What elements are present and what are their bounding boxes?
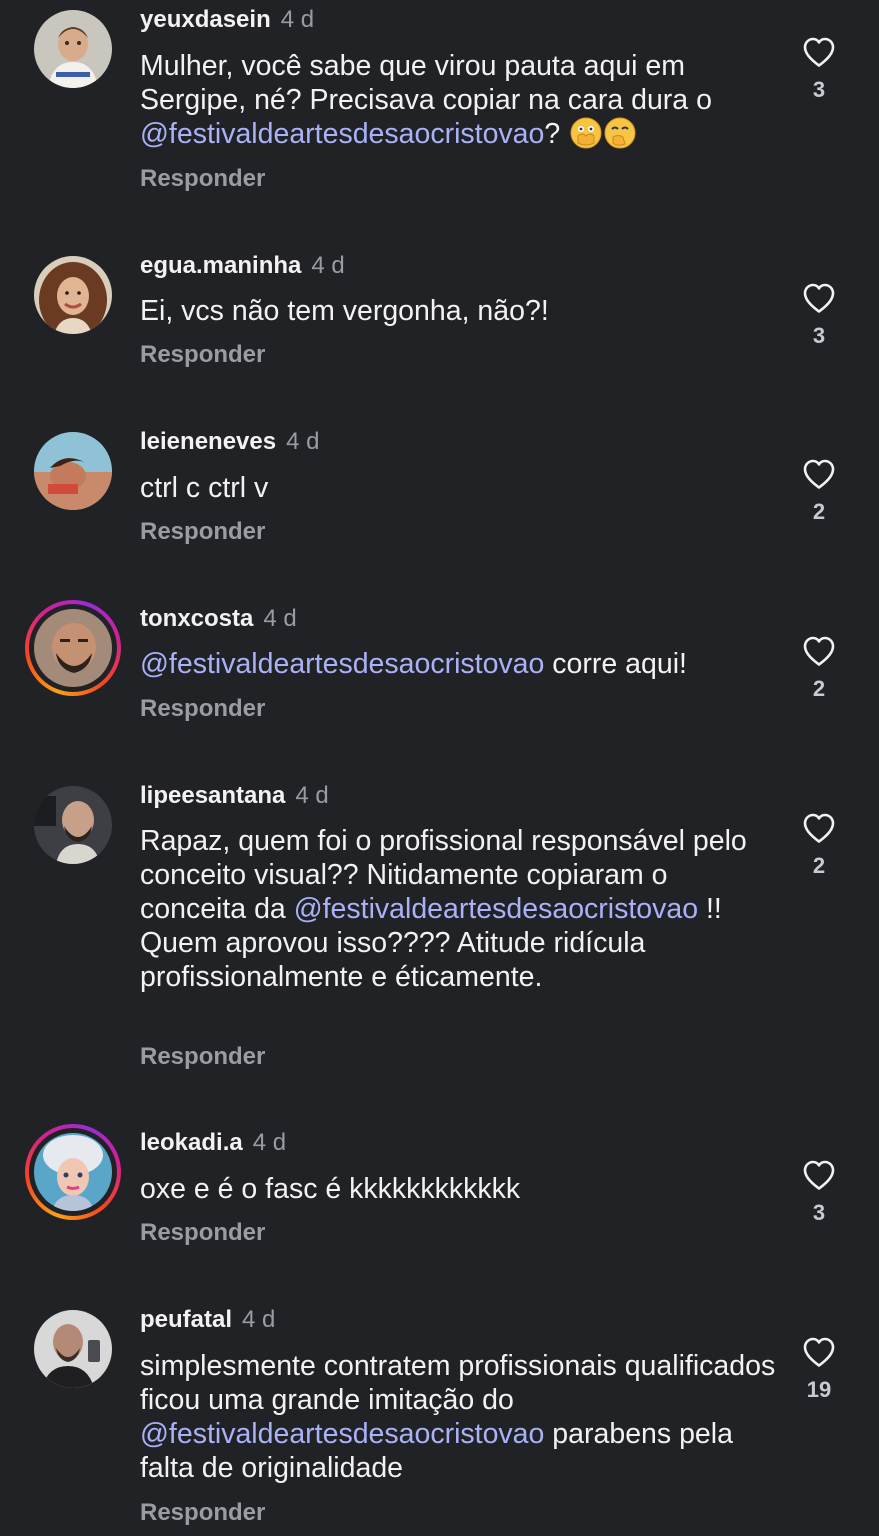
like-count: 2 xyxy=(812,676,826,701)
mention-link[interactable]: @festivaldeartesdesaocristovao xyxy=(140,648,544,680)
avatar[interactable] xyxy=(34,1310,112,1388)
mention-link[interactable]: @festivaldeartesdesaocristovao xyxy=(294,893,698,925)
comment-time: 4 d xyxy=(295,782,329,809)
comment-text: simplesmente contratem profissionais qua… xyxy=(140,1350,776,1484)
avatar[interactable] xyxy=(34,786,112,864)
comment-time: 4 d xyxy=(311,252,345,279)
reply-button[interactable]: Responder xyxy=(140,1499,265,1527)
heart-icon[interactable] xyxy=(802,812,836,844)
comment-text: Mulher, você sabe que virou pauta aqui e… xyxy=(140,50,712,150)
like-count: 2 xyxy=(812,853,826,878)
heart-icon[interactable] xyxy=(802,635,836,667)
reply-button[interactable]: Responder xyxy=(140,695,265,723)
comment-username[interactable]: tonxcosta xyxy=(140,605,253,632)
comment-time: 4 d xyxy=(280,6,315,33)
comment-time: 4 d xyxy=(242,1306,276,1333)
reply-button[interactable]: Responder xyxy=(140,341,265,369)
comment-time: 4 d xyxy=(263,605,297,632)
heart-icon[interactable] xyxy=(802,458,836,490)
mention-link[interactable]: @festivaldeartesdesaocristovao xyxy=(140,1418,544,1450)
comment-username[interactable]: leieneneves xyxy=(140,428,276,455)
reply-button[interactable]: Responder xyxy=(140,1219,265,1247)
heart-icon[interactable] xyxy=(802,1159,836,1191)
avatar[interactable] xyxy=(25,1124,121,1220)
comment-username[interactable]: leokadi.a xyxy=(140,1129,243,1156)
heart-icon[interactable] xyxy=(802,36,836,68)
like-count: 3 xyxy=(812,323,826,348)
like-count: 2 xyxy=(812,499,826,524)
heart-icon[interactable] xyxy=(802,282,836,314)
comment-text: Rapaz, quem foi o profissional responsáv… xyxy=(140,825,747,993)
like-count: 19 xyxy=(806,1377,832,1402)
face-with-hand-over-mouth-icon xyxy=(604,117,636,149)
heart-icon[interactable] xyxy=(802,1336,836,1368)
comment-username[interactable]: egua.maninha xyxy=(140,252,301,279)
comment-text: ctrl c ctrl v xyxy=(140,472,269,504)
comment-username[interactable]: yeuxdasein xyxy=(140,6,271,33)
avatar[interactable] xyxy=(25,600,121,696)
like-count: 3 xyxy=(812,77,826,102)
avatar[interactable] xyxy=(34,432,112,510)
comment-time: 4 d xyxy=(252,1129,287,1156)
face-with-open-eyes-and-hand-over-mouth-icon xyxy=(570,117,602,149)
comment-username[interactable]: lipeesantana xyxy=(140,782,285,809)
comment-text: Ei, vcs não tem vergonha, não?! xyxy=(140,295,549,327)
comment-username[interactable]: peufatal xyxy=(140,1306,232,1333)
reply-button[interactable]: Responder xyxy=(140,165,265,193)
avatar[interactable] xyxy=(34,256,112,334)
comment-text: oxe e é o fasc é kkkkkkkkkkkk xyxy=(140,1173,521,1205)
comment-time: 4 d xyxy=(286,428,320,455)
mention-link[interactable]: @festivaldeartesdesaocristovao xyxy=(140,118,544,150)
comment-text: @festivaldeartesdesaocristovao corre aqu… xyxy=(140,648,687,680)
like-count: 3 xyxy=(812,1200,826,1225)
reply-button[interactable]: Responder xyxy=(140,1043,265,1071)
reply-button[interactable]: Responder xyxy=(140,518,265,546)
avatar[interactable] xyxy=(34,10,112,88)
